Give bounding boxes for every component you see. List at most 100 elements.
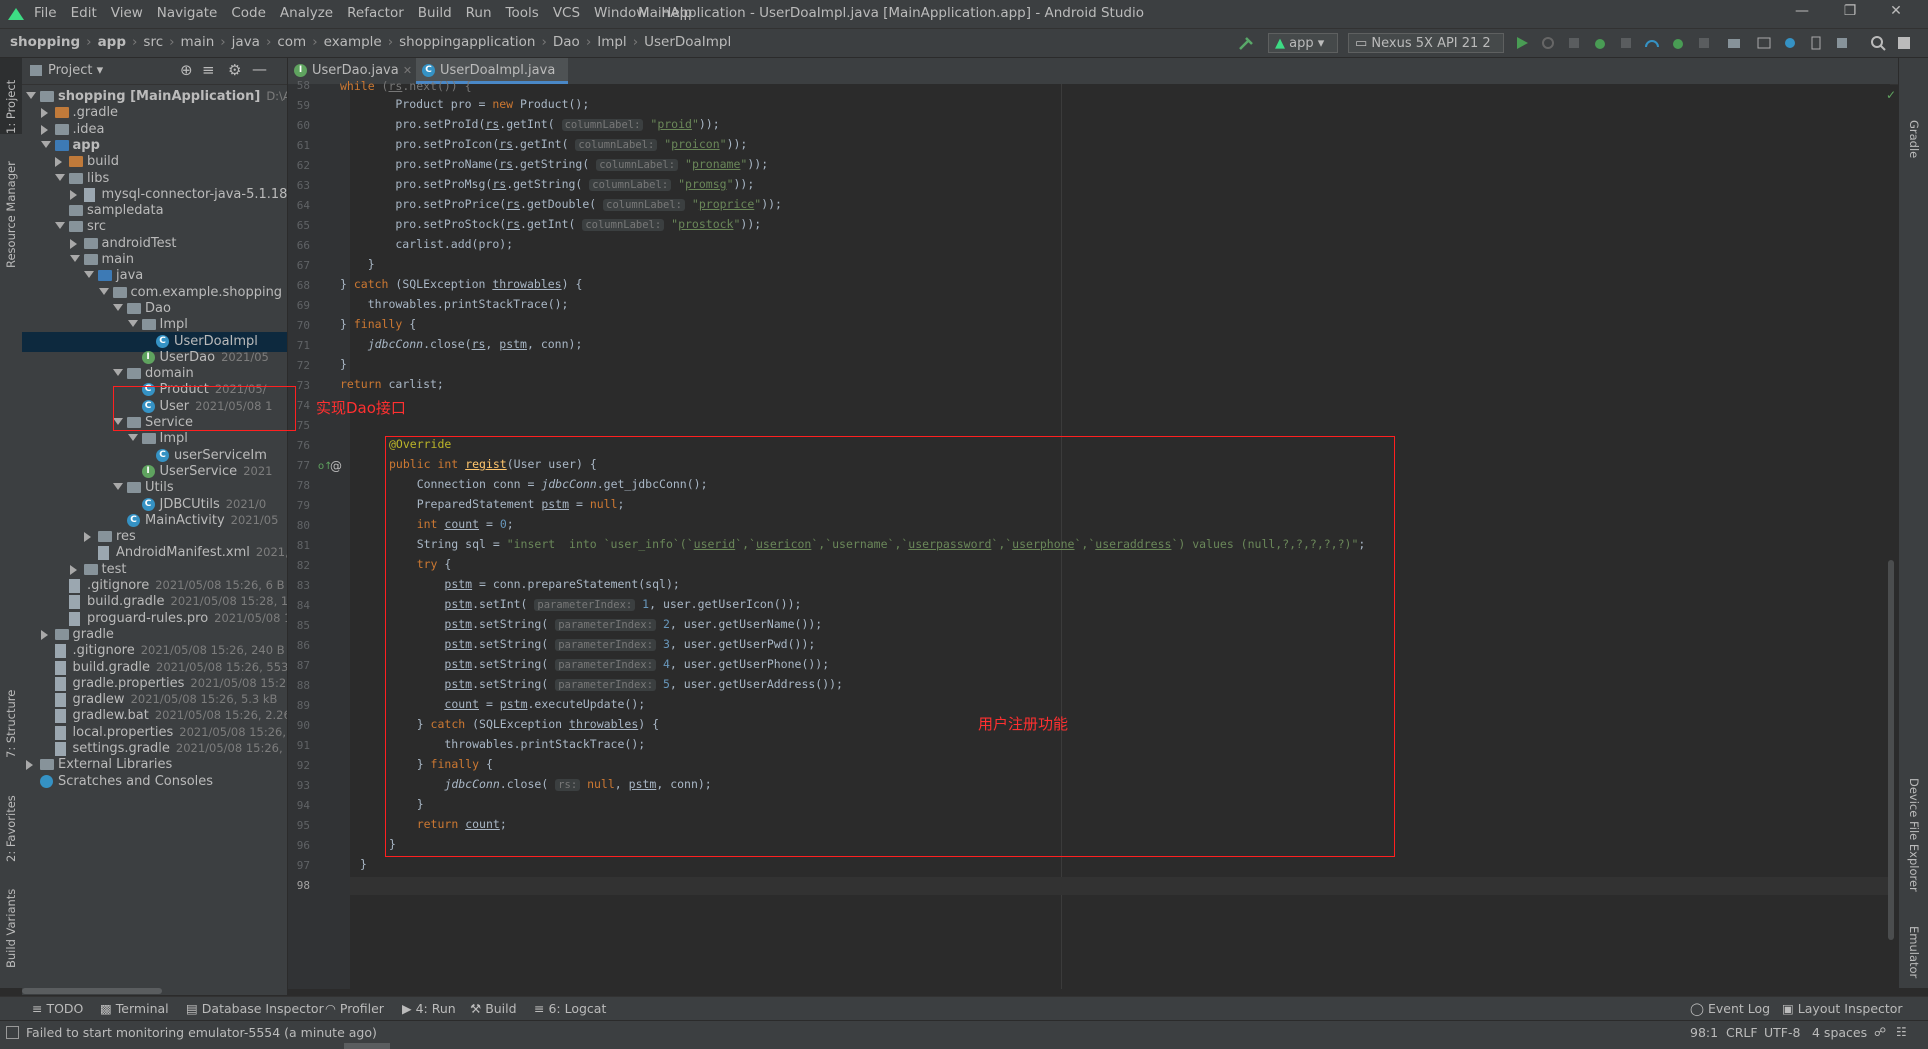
menu-tools[interactable]: Tools: [506, 5, 539, 21]
expanded-arrow-icon[interactable]: [84, 271, 94, 279]
gradle-sync-icon[interactable]: [1782, 35, 1798, 51]
gradle-tool-tab[interactable]: Gradle: [1907, 120, 1921, 158]
sync-icon[interactable]: [1726, 35, 1742, 51]
collapsed-arrow-icon[interactable]: [69, 189, 77, 200]
maximize-icon[interactable]: ❐: [1830, 3, 1870, 25]
menu-refactor[interactable]: Refactor: [347, 5, 404, 21]
sdk-manager-icon[interactable]: [1834, 35, 1850, 51]
favorites-tool-tab[interactable]: 2: Favorites: [4, 795, 18, 862]
menu-code[interactable]: Code: [231, 5, 266, 21]
line-separator[interactable]: CRLF: [1726, 1025, 1758, 1040]
expanded-arrow-icon[interactable]: [55, 173, 65, 181]
collapsed-arrow-icon[interactable]: [40, 629, 48, 640]
status-toggle-icon[interactable]: [6, 1026, 19, 1039]
menu-run[interactable]: Run: [466, 5, 492, 21]
layout-inspector-tool-tab[interactable]: ▣ Layout Inspector: [1782, 1001, 1903, 1016]
expanded-arrow-icon[interactable]: [127, 434, 138, 442]
hide-panel-icon[interactable]: —: [252, 60, 267, 78]
terminal-tool-tab[interactable]: ▩ Terminal: [100, 1001, 169, 1016]
expanded-arrow-icon[interactable]: [113, 369, 123, 377]
device-file-explorer-tool-tab[interactable]: Device File Explorer: [1907, 778, 1921, 892]
expanded-arrow-icon[interactable]: [113, 303, 123, 311]
menu-edit[interactable]: Edit: [71, 5, 97, 21]
menu-analyze[interactable]: Analyze: [280, 5, 333, 21]
file-encoding[interactable]: UTF-8: [1764, 1025, 1800, 1040]
search-icon[interactable]: [1870, 35, 1886, 51]
editor-scrollbar-thumb[interactable]: [1888, 560, 1894, 940]
build-tool-tab[interactable]: ⚒ Build: [470, 1001, 517, 1016]
logcat-tool-tab[interactable]: ≡ 6: Logcat: [534, 1001, 606, 1016]
menu-vcs[interactable]: VCS: [553, 5, 580, 21]
collapsed-arrow-icon[interactable]: [69, 564, 77, 575]
breadcrumb-item[interactable]: Dao: [553, 34, 580, 50]
project-structure-icon[interactable]: [1756, 35, 1772, 51]
notifications-icon[interactable]: ☷: [1896, 1025, 1907, 1039]
device-select[interactable]: ▭ Nexus 5X API 21 2 ▾: [1348, 33, 1504, 71]
breadcrumb-item[interactable]: shopping: [10, 34, 80, 50]
breadcrumb-item[interactable]: java: [232, 34, 260, 50]
profile-icon[interactable]: [1644, 35, 1660, 51]
structure-tool-tab[interactable]: 7: Structure: [4, 690, 18, 758]
locate-icon[interactable]: ⊕: [180, 61, 193, 79]
collapsed-arrow-icon[interactable]: [40, 124, 48, 135]
gear-icon[interactable]: ⚙: [228, 61, 241, 79]
breadcrumb-item[interactable]: src: [143, 34, 163, 50]
apply-changes-icon[interactable]: [1566, 35, 1582, 51]
tree-item[interactable]: Scratches and Consoles: [22, 772, 287, 792]
breadcrumb-item[interactable]: main: [181, 34, 215, 50]
lock-icon[interactable]: ☍: [1874, 1025, 1886, 1039]
caret-position[interactable]: 98:1: [1690, 1025, 1718, 1040]
run-icon[interactable]: [1514, 35, 1530, 51]
expanded-arrow-icon[interactable]: [69, 255, 80, 262]
close-icon[interactable]: ✕: [1876, 3, 1916, 25]
breadcrumb-item[interactable]: UserDoaImpl: [644, 34, 731, 50]
coverage-icon[interactable]: [1618, 35, 1634, 51]
menu-view[interactable]: View: [111, 5, 143, 21]
indent-setting[interactable]: 4 spaces: [1812, 1025, 1867, 1040]
event-log-tool-tab[interactable]: ◯ Event Log: [1690, 1001, 1770, 1016]
resource-manager-tool-tab[interactable]: Resource Manager: [4, 161, 18, 268]
debug-icon[interactable]: [1592, 35, 1608, 51]
menu-build[interactable]: Build: [418, 5, 452, 21]
expanded-arrow-icon[interactable]: [113, 483, 123, 491]
line-number: 70: [296, 319, 310, 332]
minimize-icon[interactable]: —: [1782, 3, 1822, 25]
avd-manager-icon[interactable]: [1808, 35, 1824, 51]
tab-close-icon[interactable]: ✕: [403, 64, 412, 77]
run-config-select[interactable]: ▲ app ▾: [1268, 33, 1338, 53]
project-view-select[interactable]: Project ▾: [48, 63, 103, 78]
expanded-arrow-icon[interactable]: [55, 222, 65, 230]
profiler-tool-tab[interactable]: ◠ Profiler: [325, 1001, 384, 1016]
tree-scrollbar-thumb[interactable]: [22, 988, 162, 994]
database-inspector-tool-tab[interactable]: ▤ Database Inspector: [186, 1001, 324, 1016]
stop-icon[interactable]: [1696, 35, 1712, 51]
breadcrumb-item[interactable]: Impl: [597, 34, 626, 50]
account-icon[interactable]: [1896, 35, 1912, 51]
hammer-icon[interactable]: [1238, 35, 1254, 51]
emulator-tool-tab[interactable]: Emulator: [1907, 926, 1921, 978]
annotation-gutter-icon[interactable]: @: [330, 459, 342, 473]
expanded-arrow-icon[interactable]: [40, 140, 51, 148]
todo-tool-tab[interactable]: ≡ TODO: [32, 1001, 83, 1016]
project-tool-tab[interactable]: 1: Project: [4, 80, 18, 134]
collapsed-arrow-icon[interactable]: [69, 238, 77, 249]
breadcrumb-item[interactable]: shoppingapplication: [399, 34, 535, 50]
breadcrumb-item[interactable]: com: [277, 34, 306, 50]
run-tool-tab[interactable]: ▶ 4: Run: [402, 1001, 456, 1016]
expanded-arrow-icon[interactable]: [127, 320, 138, 328]
collapsed-arrow-icon[interactable]: [84, 532, 91, 543]
build-variants-tool-tab[interactable]: Build Variants: [4, 889, 18, 968]
collapsed-arrow-icon[interactable]: [55, 157, 62, 168]
breadcrumb-item[interactable]: app: [98, 34, 126, 50]
expanded-arrow-icon[interactable]: [26, 92, 36, 99]
expanded-arrow-icon[interactable]: [98, 287, 109, 295]
collapsed-arrow-icon[interactable]: [26, 760, 33, 771]
collapse-all-icon[interactable]: ≡: [202, 61, 215, 79]
collapsed-arrow-icon[interactable]: [40, 108, 48, 119]
breadcrumb-item[interactable]: example: [324, 34, 382, 50]
menu-navigate[interactable]: Navigate: [157, 5, 218, 21]
rerun-icon[interactable]: [1540, 35, 1556, 51]
menu-file[interactable]: File: [34, 5, 57, 21]
attach-debugger-icon[interactable]: [1670, 35, 1686, 51]
status-message[interactable]: Failed to start monitoring emulator-5554…: [26, 1025, 377, 1040]
